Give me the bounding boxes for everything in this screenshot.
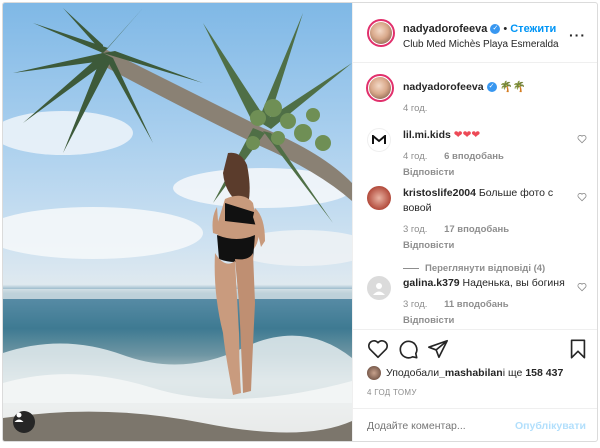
brand-logo-icon [372, 135, 386, 144]
post-photo[interactable] [3, 3, 352, 441]
comment-avatar[interactable] [367, 276, 391, 300]
post-header: nadyadorofeeva ✓ • Стежити Club Med Michès … [353, 3, 597, 63]
save-bookmark-icon[interactable] [567, 338, 589, 360]
view-replies-label: Переглянути відповіді (4) [425, 263, 546, 274]
comment-avatar[interactable] [367, 128, 391, 152]
more-options-icon[interactable]: ··· [569, 27, 586, 43]
caption-avatar[interactable] [366, 74, 394, 102]
comment-input[interactable] [367, 420, 517, 432]
comment-item: lil.mi.kids ❤❤❤ 4 год. 6 вподобань Відпо… [367, 128, 587, 180]
comment-likes[interactable]: 6 вподобань [444, 151, 504, 162]
verified-badge-icon: ✓ [486, 82, 497, 93]
like-heart-icon[interactable] [367, 338, 389, 360]
comments-list: nadyadorofeeva ✓ 🌴🌴 4 год. lil.mi.kids ❤❤… [353, 64, 597, 329]
comment-time[interactable]: 3 год. [403, 299, 427, 310]
likes-summary[interactable]: Уподобали _mashabilan і ще 158 437 [367, 366, 563, 380]
comment-username[interactable]: galina.k379 [403, 277, 460, 289]
post-timestamp[interactable]: 4 ГОД ТОМУ [367, 388, 417, 397]
comment-time[interactable]: 3 год. [403, 224, 427, 235]
comment-bubble-icon[interactable] [397, 338, 419, 360]
caption: nadyadorofeeva ✓ 🌴🌴 4 год. [366, 74, 587, 126]
tagged-users-button[interactable] [13, 411, 35, 433]
caption-text: 🌴🌴 [499, 81, 526, 93]
comment-item: kristoslife2004 Больше фото с вовой 3 го… [367, 186, 587, 274]
publish-comment-button[interactable]: Опублікувати [515, 420, 586, 432]
liker-avatar [367, 366, 381, 380]
add-comment-bar: Опублікувати [353, 408, 597, 441]
like-comment-heart-icon[interactable] [577, 282, 587, 292]
comment-text: ❤❤❤ [453, 129, 481, 141]
comment-avatar[interactable] [367, 186, 391, 210]
comment-time[interactable]: 4 год. [403, 151, 427, 162]
comment-username[interactable]: lil.mi.kids [403, 129, 451, 141]
user-tag-icon [14, 412, 24, 422]
verified-badge-icon: ✓ [490, 24, 501, 35]
reply-button[interactable]: Відповісти [403, 315, 454, 326]
likes-user[interactable]: _mashabilan [439, 367, 503, 379]
instagram-post: nadyadorofeeva ✓ • Стежити Club Med Michès … [2, 2, 598, 442]
post-actions: Уподобали _mashabilan і ще 158 437 4 ГОД… [353, 329, 597, 441]
reply-button[interactable]: Відповісти [403, 240, 454, 251]
author-line: nadyadorofeeva ✓ • Стежити [403, 23, 556, 35]
likes-middle: і ще [502, 367, 523, 379]
beach-photo-illustration [3, 8, 352, 441]
author-avatar[interactable] [367, 19, 395, 47]
post-side-panel: nadyadorofeeva ✓ • Стежити Club Med Michès … [352, 3, 597, 441]
reply-button[interactable]: Відповісти [403, 167, 454, 178]
like-comment-heart-icon[interactable] [577, 134, 587, 144]
caption-username[interactable]: nadyadorofeeva [403, 81, 484, 93]
default-avatar-icon [373, 283, 385, 295]
like-comment-heart-icon[interactable] [577, 192, 587, 202]
comment-likes[interactable]: 11 вподобань [444, 299, 509, 310]
comment-item: galina.k379 Наденька, вы богиня 3 год. 1… [367, 276, 587, 329]
post-location[interactable]: Club Med Michès Playa Esmeralda [403, 39, 559, 50]
comment-likes[interactable]: 17 вподобань [444, 224, 509, 235]
likes-prefix: Уподобали [386, 367, 440, 379]
comment-text: Наденька, вы богиня [462, 277, 565, 289]
author-username[interactable]: nadyadorofeeva [403, 23, 487, 35]
share-send-icon[interactable] [427, 338, 449, 360]
follow-button[interactable]: Стежити [510, 23, 556, 35]
action-bar [367, 338, 589, 362]
separator-dot: • [503, 23, 508, 35]
caption-time[interactable]: 4 год. [403, 103, 427, 114]
view-replies-button[interactable]: Переглянути відповіді (4) [403, 261, 573, 276]
comment-username[interactable]: kristoslife2004 [403, 187, 476, 199]
likes-count[interactable]: 158 437 [525, 367, 563, 379]
